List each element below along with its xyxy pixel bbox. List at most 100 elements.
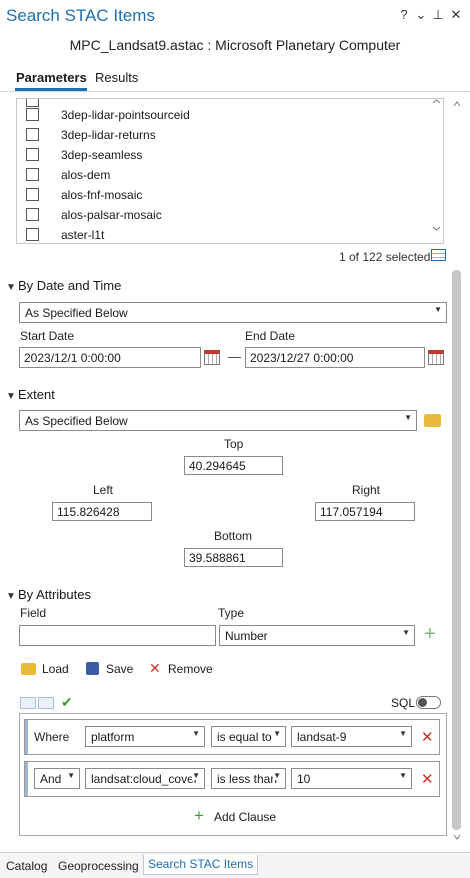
clause-row: And ▼ landsat:cloud_cover ▼ is less than… bbox=[24, 761, 440, 797]
pane-title: Search STAC Items bbox=[6, 6, 155, 25]
toggle-knob bbox=[418, 698, 427, 707]
list-item[interactable]: alos-palsar-mosaic bbox=[17, 205, 427, 225]
tab-results[interactable]: Results bbox=[95, 70, 138, 85]
checkbox[interactable] bbox=[26, 128, 39, 141]
list-item[interactable]: aster-l1t bbox=[17, 225, 427, 243]
selection-count: 1 of 122 selected bbox=[339, 250, 431, 264]
clause-field-select[interactable]: landsat:cloud_cover ▼ bbox=[85, 768, 205, 789]
pin-icon[interactable]: ⊥ bbox=[431, 7, 445, 23]
section-attributes[interactable]: ▼ By Attributes bbox=[6, 587, 91, 602]
extent-left-label: Left bbox=[93, 483, 114, 497]
tab-search-stac-items[interactable]: Search STAC Items bbox=[143, 855, 259, 875]
start-date-input[interactable]: 2023/12/1 0:00:00 bbox=[19, 347, 201, 368]
list-item[interactable]: alos-dem bbox=[17, 165, 427, 185]
scroll-up-icon bbox=[453, 101, 461, 107]
list-item-label: 3dep-seamless bbox=[61, 148, 143, 162]
section-heading: By Date and Time bbox=[18, 278, 122, 293]
type-select[interactable]: Number ▼ bbox=[219, 625, 415, 646]
clause-value-select[interactable]: 10 ▼ bbox=[291, 768, 412, 789]
help-icon[interactable]: ? bbox=[397, 7, 411, 22]
list-item[interactable]: 3dep-lidar-returns bbox=[17, 125, 427, 145]
clause-accent bbox=[25, 762, 28, 796]
collections-list[interactable]: 3dep-lidar-pointsourceid 3dep-lidar-retu… bbox=[16, 98, 444, 244]
delete-clause-icon[interactable]: ✕ bbox=[421, 728, 434, 746]
list-item[interactable]: alos-fnf-mosaic bbox=[17, 185, 427, 205]
table-icon[interactable] bbox=[431, 249, 446, 261]
clause-connector-select[interactable]: And ▼ bbox=[34, 768, 80, 789]
dropdown-arrow-icon: ▼ bbox=[192, 771, 200, 780]
tool-subtitle: MPC_Landsat9.astac : Microsoft Planetary… bbox=[69, 37, 401, 53]
section-heading: Extent bbox=[18, 387, 55, 402]
checkbox[interactable] bbox=[26, 148, 39, 161]
section-extent[interactable]: ▼ Extent bbox=[6, 387, 55, 402]
tab-parameters[interactable]: Parameters bbox=[16, 70, 87, 85]
select-value: As Specified Below bbox=[25, 414, 128, 428]
end-date-label: End Date bbox=[245, 329, 296, 343]
dropdown-arrow-icon: ▼ bbox=[67, 771, 75, 780]
save-icon[interactable] bbox=[86, 662, 99, 675]
sql-toggle[interactable] bbox=[416, 696, 441, 709]
list-item-label: alos-fnf-mosaic bbox=[61, 188, 143, 202]
clause-operator-select[interactable]: is less than ▼ bbox=[211, 768, 286, 789]
checkbox[interactable] bbox=[26, 228, 39, 241]
dropdown-arrow-icon: ▼ bbox=[404, 413, 412, 422]
load-icon[interactable] bbox=[21, 663, 36, 675]
chevron-down-icon: ▼ bbox=[6, 282, 16, 293]
scroll-down-icon bbox=[432, 226, 441, 231]
extent-mode-select[interactable]: As Specified Below ▼ bbox=[19, 410, 417, 431]
select-value: Number bbox=[225, 629, 268, 643]
chevron-down-icon: ▼ bbox=[6, 591, 16, 602]
extent-bottom-input[interactable]: 39.588861 bbox=[184, 548, 283, 567]
calendar-icon[interactable] bbox=[428, 350, 444, 365]
checkbox[interactable] bbox=[26, 108, 39, 121]
remove-button[interactable]: Remove bbox=[168, 662, 213, 676]
section-date-time[interactable]: ▼ By Date and Time bbox=[6, 278, 121, 293]
extent-right-input[interactable]: 117.057194 bbox=[315, 502, 415, 521]
bottom-tab-strip: Catalog Geoprocessing Search STAC Items bbox=[0, 852, 470, 878]
load-button[interactable]: Load bbox=[42, 662, 69, 676]
select-value: 10 bbox=[297, 772, 311, 786]
clause-value-select[interactable]: landsat-9 ▼ bbox=[291, 726, 412, 747]
list-scrollbar[interactable] bbox=[430, 99, 443, 243]
calendar-icon[interactable] bbox=[204, 350, 220, 365]
clause-operator-select[interactable]: is equal to ▼ bbox=[211, 726, 286, 747]
section-heading: By Attributes bbox=[18, 587, 91, 602]
add-clause-icon[interactable]: + bbox=[194, 806, 204, 826]
start-date-label: Start Date bbox=[20, 329, 75, 343]
expand-clauses-icon[interactable] bbox=[38, 697, 54, 709]
tab-geoprocessing[interactable]: Geoprocessing bbox=[58, 859, 139, 873]
list-item[interactable]: 3dep-lidar-pointsourceid bbox=[17, 105, 427, 125]
list-item[interactable]: 3dep-seamless bbox=[17, 145, 427, 165]
add-clause-button[interactable]: Add Clause bbox=[214, 810, 276, 824]
checkbox[interactable] bbox=[26, 188, 39, 201]
dropdown-arrow-icon: ▼ bbox=[402, 628, 410, 637]
remove-icon[interactable]: ✕ bbox=[149, 660, 161, 677]
verify-check-icon[interactable]: ✔ bbox=[61, 694, 73, 711]
add-field-icon[interactable]: + bbox=[424, 623, 436, 646]
dropdown-arrow-icon: ▼ bbox=[434, 305, 442, 314]
field-label: Field bbox=[20, 606, 47, 620]
extent-top-label: Top bbox=[224, 437, 244, 451]
select-value: landsat:cloud_cover bbox=[91, 772, 198, 786]
extent-top-input[interactable]: 40.294645 bbox=[184, 456, 283, 475]
main-scroll-thumb[interactable] bbox=[452, 270, 461, 830]
clause-field-select[interactable]: platform ▼ bbox=[85, 726, 205, 747]
end-date-input[interactable]: 2023/12/27 0:00:00 bbox=[245, 347, 425, 368]
field-input[interactable] bbox=[19, 625, 216, 646]
tab-catalog[interactable]: Catalog bbox=[6, 859, 47, 873]
select-value: And bbox=[40, 772, 62, 786]
checkbox[interactable] bbox=[26, 208, 39, 221]
dropdown-arrow-icon: ▼ bbox=[273, 729, 281, 738]
close-icon[interactable]: ✕ bbox=[449, 7, 463, 23]
checkbox[interactable] bbox=[26, 168, 39, 181]
dropdown-arrow-icon: ▼ bbox=[192, 729, 200, 738]
save-button[interactable]: Save bbox=[106, 662, 133, 676]
options-menu-icon[interactable]: ⌄ bbox=[414, 7, 428, 23]
date-mode-select[interactable]: As Specified Below ▼ bbox=[19, 302, 447, 323]
collapse-clauses-icon[interactable] bbox=[20, 697, 36, 709]
list-item-label: aster-l1t bbox=[61, 228, 105, 242]
extent-left-input[interactable]: 115.826428 bbox=[52, 502, 152, 521]
folder-icon[interactable] bbox=[424, 414, 441, 427]
list-item-label: alos-dem bbox=[61, 168, 111, 182]
delete-clause-icon[interactable]: ✕ bbox=[421, 770, 434, 788]
